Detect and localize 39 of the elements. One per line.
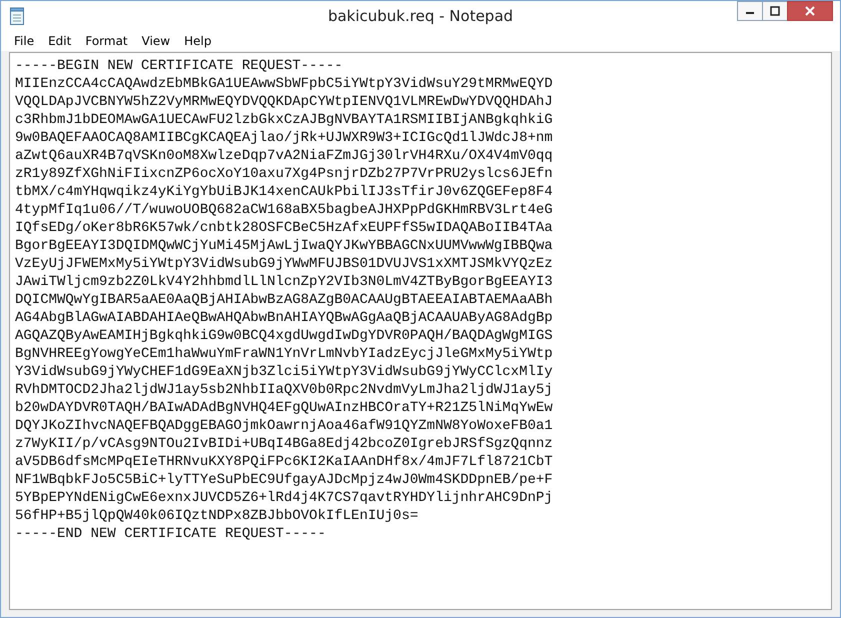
- text-line: zR1y89ZfXGhNiFIixcnZP6ocXoY10axu7Xg4PsnjrDZb27P7VrPRU2yslcs6JEfn: [15, 165, 553, 183]
- text-line: BgorBgEEAYI3DQIDMQwWCjYuMi45MjAwLjIwaQYJKwYBBAGCNxUUMVwwWgIBBQwa: [15, 237, 553, 255]
- menu-item[interactable]: View: [134, 34, 178, 48]
- menu-item[interactable]: Format: [78, 34, 135, 48]
- menu-item[interactable]: Edit: [41, 34, 78, 48]
- text-line: Y3VidWsubG9jYWyCHEF1dG9EaXNjb3Zlci5iYWtpY3VidWsubG9jYWyCClcxMlIy: [15, 363, 553, 381]
- text-line: AGQAZQByAwEAMIHjBgkqhkiG9w0BCQ4xgdUwgdIwDgYDVR0PAQH/BAQDAgWgMIGS: [15, 327, 553, 345]
- text-line: VzEyUjJFWEMxMy5iYWtpY3VidWsubG9jYWwMFUJBS01DVUJVS1xXMTJSMkVYQzEz: [15, 255, 553, 273]
- text-line: DQICMWQwYgIBAR5aAE0AaQBjAHIAbwBzAG8AZgB0ACAAUgBTAEEAIABTAEMAaABh: [15, 291, 553, 309]
- menu-item[interactable]: File: [7, 34, 42, 48]
- text-line: aV5DB6dfsMcMPqEIeTHRNvuKXY8PQiFPc6KI2KaIAAnDHf8x/4mJF7Lfl8721CbT: [15, 453, 553, 471]
- text-line: 4typMfIq1u06//T/wuwoUOBQ682aCW168aBX5bagbeAJHXPpPdGKHmRBV3Lrt4eG: [15, 201, 553, 219]
- text-line: 5YBpEPYNdENigCwE6exnxJUVCD5Z6+lRd4j4K7CS7qavtRYHDYlijnhrAHC9DnPj: [15, 489, 553, 507]
- text-line: tbMX/c4mYHqwqikz4yKiYgYbUiBJK14xenCAUkPbilIJ3sTfirJ0v6ZQGEFep8F4: [15, 183, 553, 201]
- text-line: b20wDAYDVR0TAQH/BAIwADAdBgNVHQ4EFgQUwAInzHBCOraTY+R21Z5lNiMqYwEw: [15, 399, 553, 417]
- text-line: JAwiTWljcm9zb2Z0LkV4Y2hhbmdlLlNlcnZpY2VIb3N0LmV4ZTByBgorBgEEAYI3: [15, 273, 553, 291]
- text-line: MIIEnzCCA4cCAQAwdzEbMBkGA1UEAwwSbWFpbC5iYWtpY3VidWsuY29tMRMwEQYD: [15, 75, 553, 93]
- text-line: -----END NEW CERTIFICATE REQUEST-----: [15, 525, 326, 543]
- maximize-icon: [770, 6, 780, 16]
- text-line: c3RhbmJ1bDEOMAwGA1UECAwFU2lzbGkxCzAJBgNVBAYTA1RSMIIBIjANBgkqhkiG: [15, 111, 553, 129]
- text-line: NF1WBqbkFJo5C5BiC+lyTTYeSuPbEC9UfgayAJDcMpjz4wJ0Wm4SKDDpnEB/pe+F: [15, 471, 553, 489]
- text-line: aZwtQ6auXR4B7qVSKn0oM8XwlzeDqp7vA2NiaFZmJGj30lrVH4RXu/OX4V4mV0qq: [15, 147, 553, 165]
- menu-item[interactable]: Help: [177, 34, 218, 48]
- window-title: bakicubuk.req - Notepad: [328, 7, 514, 25]
- text-line: 56fHP+B5jlQpQW40k06IQztNDPx8ZBJbbOVOkIfLEnIUj0s=: [15, 507, 418, 525]
- close-button[interactable]: [787, 1, 833, 21]
- text-line: 9w0BAQEFAAOCAQ8AMIIBCgKCAQEAjlao/jRk+UJWXR9W3+ICIGcQd1lJWdcJ8+nm: [15, 129, 553, 147]
- text-line: BgNVHREEgYowgYeCEm1haWwuYmFraWN1YnVrLmNvbYIadzEycjJleGMxMy5iYWtp: [15, 345, 553, 363]
- text-line: IQfsEDg/oKer8bR6K57wk/cnbtk28OSFCBeC5HzAfxEUPFfS5wIDAQABoIIB4TAa: [15, 219, 553, 237]
- minimize-button[interactable]: [737, 1, 763, 21]
- close-icon: [805, 6, 815, 16]
- text-line: AG4AbgBlAGwAIABDAHIAeQBwAHQAbwBnAHIAYQBwAGgAaQBjACAAUAByAG8AdgBp: [15, 309, 553, 327]
- text-line: z7WyKII/p/vCAsg9NTOu2IvBIDi+UBqI4BGa8Edj42bcoZ0IgrebJRSfSgzQqnnz: [15, 435, 553, 453]
- text-line: RVhDMTOCD2Jha2ljdWJ1ay5sb2NhbIIaQXV0b0Rpc2NvdmVyLmJha2ljdWJ1ay5j: [15, 381, 553, 399]
- maximize-button[interactable]: [762, 1, 788, 21]
- text-line: -----BEGIN NEW CERTIFICATE REQUEST-----: [15, 57, 343, 75]
- text-line: VQQLDApJVCBNYW5hZ2VyMRMwEQYDVQQKDApCYWtpIENVQ1VLMREwDwYDVQQHDAhJ: [15, 93, 553, 111]
- notepad-icon: [9, 7, 25, 25]
- text-line: DQYJKoZIhvcNAQEFBQADggEBAGOjmkOawrnjAoa46afW91QYZmNW8YoWoxeFB0a1: [15, 417, 553, 435]
